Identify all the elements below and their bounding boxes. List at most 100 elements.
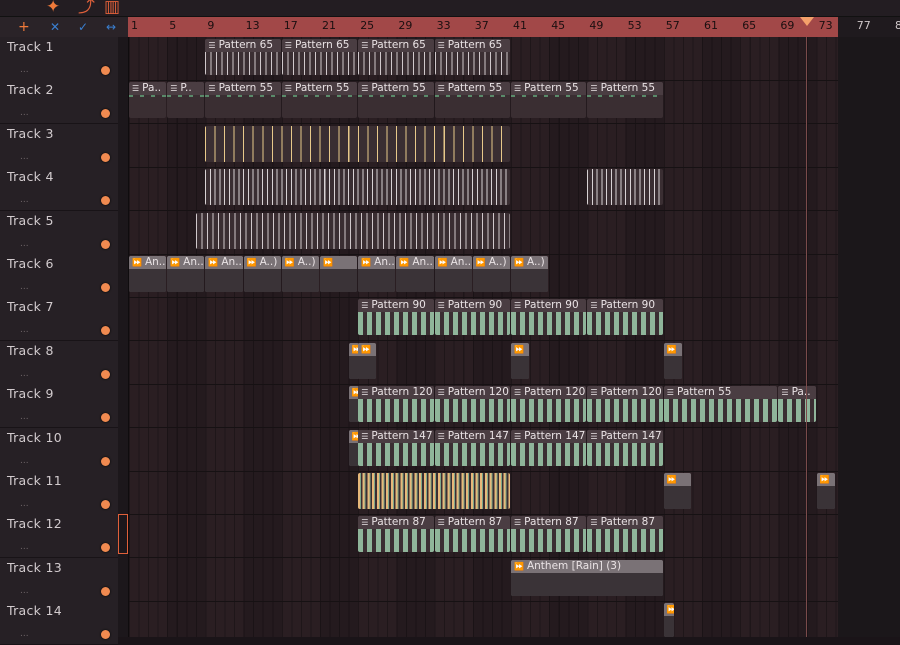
- audio-clip[interactable]: ⏩: [320, 256, 358, 292]
- audio-clip[interactable]: ⏩ A..): [511, 256, 549, 292]
- pattern-clip[interactable]: ☰ Pattern 55: [434, 82, 510, 119]
- pattern-clip[interactable]: ☰ Pattern 90: [511, 299, 587, 336]
- pattern-clip[interactable]: ☰ Pattern 147: [511, 429, 587, 466]
- audio-clip[interactable]: ⏩: [511, 342, 530, 379]
- pattern-clip[interactable]: ☰ Pattern 120: [358, 386, 434, 423]
- track-header[interactable]: Track 10...: [0, 427, 118, 472]
- track-header[interactable]: Track 13...: [0, 557, 118, 602]
- audio-clip[interactable]: ⏩: [663, 473, 692, 509]
- track-header[interactable]: Track 3...: [0, 123, 118, 168]
- track-header[interactable]: Track 8...: [0, 340, 118, 385]
- pattern-clip[interactable]: ☰ Pattern 87: [434, 516, 510, 553]
- pattern-clip[interactable]: ☰ Pattern 55: [205, 82, 281, 119]
- pattern-clip[interactable]: ☰ Pattern 90: [434, 299, 510, 336]
- check-icon[interactable]: ✓: [78, 17, 88, 37]
- pattern-clip[interactable]: ☰ Pa..: [129, 82, 167, 119]
- track-name[interactable]: Track 11: [7, 473, 62, 488]
- track-name[interactable]: Track 9: [7, 386, 54, 401]
- mute-led-button[interactable]: [101, 630, 110, 640]
- track-name[interactable]: Track 4: [7, 169, 54, 184]
- pattern-clip[interactable]: ☰ Pattern 55: [281, 82, 358, 119]
- pattern-clip[interactable]: [195, 212, 510, 249]
- mute-led-button[interactable]: [101, 413, 110, 423]
- track-name[interactable]: Track 5: [7, 213, 54, 228]
- track-name[interactable]: Track 6: [7, 256, 54, 271]
- track-name[interactable]: Track 12: [7, 516, 62, 531]
- flame-icon[interactable]: ✦: [46, 0, 60, 17]
- pattern-clip[interactable]: ☰ Pattern 65: [281, 39, 358, 75]
- track-name[interactable]: Track 1: [7, 39, 54, 54]
- mute-led-button[interactable]: [101, 586, 110, 596]
- pattern-clip[interactable]: ☰ Pattern 90: [587, 299, 663, 336]
- track-header[interactable]: Track 5...: [0, 210, 118, 255]
- audio-clip[interactable]: ⏩: [358, 342, 377, 379]
- track-header[interactable]: Track 1...: [0, 37, 118, 81]
- pattern-clip[interactable]: ☰ Pattern 55: [511, 82, 587, 119]
- mute-led-button[interactable]: [101, 109, 110, 119]
- mute-led-button[interactable]: [101, 66, 110, 75]
- pattern-clip[interactable]: ☰ Pattern 65: [358, 39, 434, 75]
- pattern-clip[interactable]: ☰ Pattern 55: [587, 82, 663, 119]
- track-header[interactable]: Track 11...: [0, 471, 118, 515]
- audio-clip[interactable]: ⏩An..): [129, 256, 167, 292]
- pattern-clip[interactable]: ☰ Pa..: [778, 386, 816, 423]
- mute-led-button[interactable]: [101, 369, 110, 379]
- add-icon[interactable]: +: [18, 17, 30, 37]
- audio-clip[interactable]: ⏩: [663, 603, 675, 637]
- playlist-grid[interactable]: ☰ Pattern 65 ☰ Pattern 65 ☰ Pattern 65 ☰ Patter…: [129, 37, 900, 637]
- track-lane[interactable]: [129, 471, 900, 515]
- pattern-clip[interactable]: ☰ Pattern 65: [434, 39, 510, 75]
- track-header[interactable]: Track 14...: [0, 601, 118, 645]
- audio-clip[interactable]: ⏩: [816, 473, 835, 509]
- pattern-clip[interactable]: [205, 125, 510, 162]
- track-lane[interactable]: [129, 601, 900, 637]
- track-header[interactable]: Track 12...: [0, 514, 118, 559]
- pattern-clip[interactable]: [358, 473, 510, 509]
- pattern-clip[interactable]: ☰ Pattern 120: [587, 386, 663, 423]
- track-name[interactable]: Track 7: [7, 299, 54, 314]
- track-name[interactable]: Track 2: [7, 82, 54, 97]
- audio-clip[interactable]: ⏩An..): [358, 256, 396, 292]
- track-header[interactable]: Track 2...: [0, 80, 118, 125]
- pattern-clip[interactable]: [587, 169, 663, 206]
- audio-clip[interactable]: ⏩ A..): [243, 256, 281, 292]
- mute-led-button[interactable]: [101, 239, 110, 249]
- pattern-clip[interactable]: ☰ Pattern 120: [511, 386, 587, 423]
- track-name[interactable]: Track 10: [7, 430, 62, 445]
- track-name[interactable]: Track 8: [7, 343, 54, 358]
- playhead[interactable]: [806, 37, 807, 637]
- mute-led-button[interactable]: [101, 283, 110, 292]
- track-name[interactable]: Track 14: [7, 603, 62, 618]
- audio-clip[interactable]: ⏩ A..): [472, 256, 510, 292]
- mute-led-button[interactable]: [101, 543, 110, 553]
- audio-clip[interactable]: ⏩An..): [205, 256, 243, 292]
- pattern-clip[interactable]: ☰ Pattern 87: [358, 516, 434, 553]
- arrow-icon[interactable]: ↔: [106, 17, 116, 37]
- audio-clip[interactable]: ⏩An..): [396, 256, 434, 292]
- pattern-clip[interactable]: ☰ Pattern 90: [358, 299, 434, 336]
- pattern-clip[interactable]: ☰ Pattern 147: [434, 429, 510, 466]
- mute-led-button[interactable]: [101, 196, 110, 206]
- track-header[interactable]: Track 9...: [0, 384, 118, 429]
- pattern-clip[interactable]: ☰ Pattern 55: [663, 386, 778, 423]
- pattern-clip[interactable]: [205, 169, 510, 206]
- pattern-clip[interactable]: ☰ Pattern 87: [587, 516, 663, 553]
- audio-clip[interactable]: ⏩ Anthem [Rain] (3): [511, 559, 663, 596]
- song-end-marker[interactable]: [800, 17, 814, 26]
- track-header[interactable]: Track 7...: [0, 297, 118, 342]
- track-header[interactable]: Track 6...: [0, 254, 118, 298]
- audio-clip[interactable]: ⏩ A..): [281, 256, 319, 292]
- trash-icon[interactable]: ▥: [104, 0, 120, 17]
- pattern-clip[interactable]: ☰ Pattern 55: [358, 82, 434, 119]
- track-name[interactable]: Track 3: [7, 126, 54, 141]
- track-name[interactable]: Track 13: [7, 560, 62, 575]
- audio-clip[interactable]: ⏩An..): [167, 256, 205, 292]
- pattern-clip[interactable]: ☰ Pattern 87: [511, 516, 587, 553]
- track-header[interactable]: Track 4...: [0, 167, 118, 212]
- pattern-clip[interactable]: ☰ Pattern 120: [434, 386, 510, 423]
- mute-led-button[interactable]: [101, 456, 110, 466]
- curve-icon[interactable]: ⤴: [78, 0, 95, 17]
- close-icon[interactable]: ✕: [50, 17, 60, 37]
- mute-led-button[interactable]: [101, 152, 110, 162]
- mute-led-button[interactable]: [101, 500, 110, 509]
